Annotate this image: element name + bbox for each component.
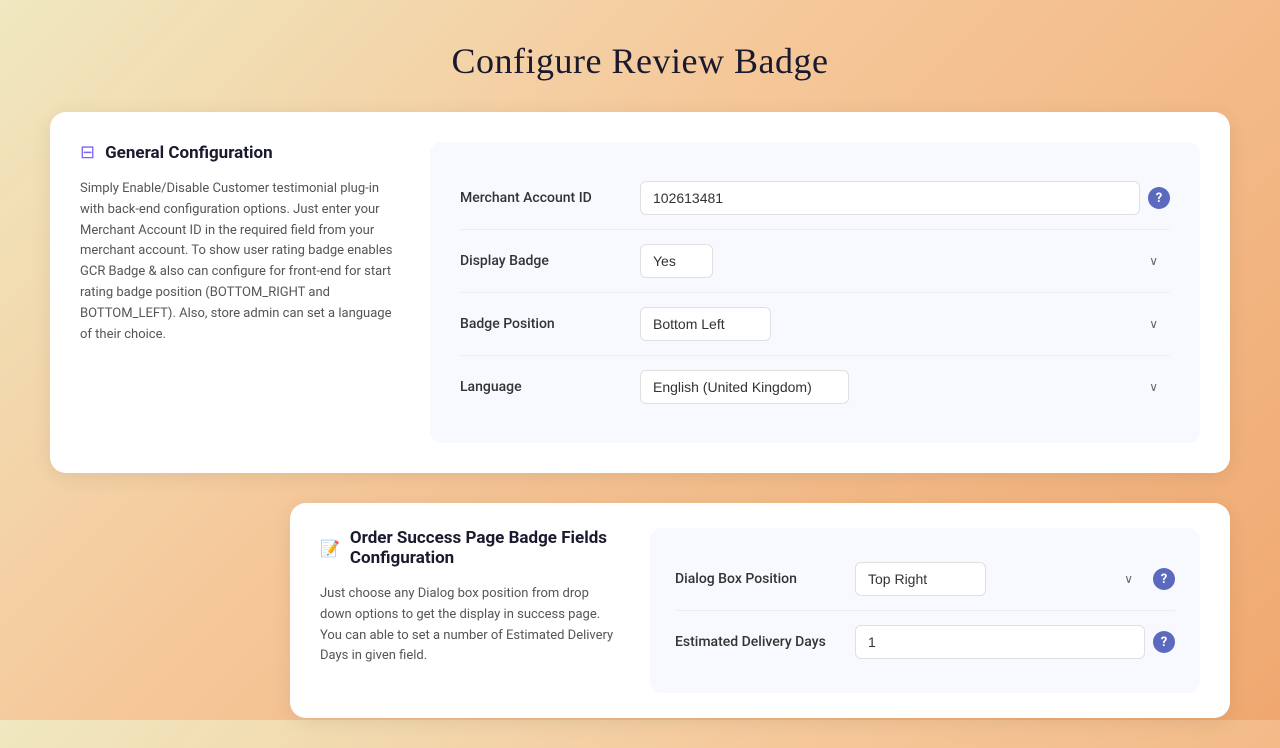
dialog-position-label: Dialog Box Position — [675, 571, 855, 587]
display-badge-select-wrapper: Yes No — [640, 244, 1170, 278]
badge-position-label: Badge Position — [460, 316, 640, 332]
merchant-account-label: Merchant Account ID — [460, 190, 640, 206]
dialog-position-control: Top Right Top Left Bottom Right Bottom L… — [855, 562, 1175, 596]
delivery-days-control: ? — [855, 625, 1175, 659]
language-label: Language — [460, 379, 640, 395]
badge-position-control: Bottom Left Bottom Right Top Left Top Ri… — [640, 307, 1170, 341]
order-config-form: Dialog Box Position Top Right Top Left B… — [650, 528, 1200, 693]
dialog-position-select-wrapper: Top Right Top Left Bottom Right Bottom L… — [855, 562, 1145, 596]
display-badge-control: Yes No — [640, 244, 1170, 278]
general-config-icon: ⊟ — [80, 142, 95, 163]
order-config-desc: Just choose any Dialog box position from… — [320, 584, 620, 667]
merchant-account-control: ? — [640, 181, 1170, 215]
merchant-account-row: Merchant Account ID ? — [460, 167, 1170, 230]
order-config-icon: 📝 — [320, 539, 340, 558]
language-row: Language English (United Kingdom) Englis… — [460, 356, 1170, 418]
badge-position-row: Badge Position Bottom Left Bottom Right … — [460, 293, 1170, 356]
order-config-card: 📝 Order Success Page Badge Fields Config… — [290, 503, 1230, 718]
delivery-days-label: Estimated Delivery Days — [675, 634, 855, 650]
merchant-account-input[interactable] — [640, 181, 1140, 215]
language-control: English (United Kingdom) English (United… — [640, 370, 1170, 404]
page-title: Configure Review Badge — [0, 0, 1280, 82]
merchant-account-help-icon[interactable]: ? — [1148, 187, 1170, 209]
dialog-position-select[interactable]: Top Right Top Left Bottom Right Bottom L… — [855, 562, 986, 596]
order-config-title: Order Success Page Badge Fields Configur… — [350, 528, 620, 568]
language-select[interactable]: English (United Kingdom) English (United… — [640, 370, 849, 404]
order-config-header: 📝 Order Success Page Badge Fields Config… — [320, 528, 620, 568]
general-config-card: ⊟ General Configuration Simply Enable/Di… — [50, 112, 1230, 473]
display-badge-select[interactable]: Yes No — [640, 244, 713, 278]
general-config-form: Merchant Account ID ? Display Badge Yes … — [430, 142, 1200, 443]
badge-position-select-wrapper: Bottom Left Bottom Right Top Left Top Ri… — [640, 307, 1170, 341]
display-badge-label: Display Badge — [460, 253, 640, 269]
cards-container: ⊟ General Configuration Simply Enable/Di… — [0, 82, 1280, 748]
general-config-left: ⊟ General Configuration Simply Enable/Di… — [80, 142, 400, 443]
badge-position-select[interactable]: Bottom Left Bottom Right Top Left Top Ri… — [640, 307, 771, 341]
order-config-left: 📝 Order Success Page Badge Fields Config… — [320, 528, 620, 693]
language-select-wrapper: English (United Kingdom) English (United… — [640, 370, 1170, 404]
general-config-desc: Simply Enable/Disable Customer testimoni… — [80, 179, 400, 345]
delivery-days-input[interactable] — [855, 625, 1145, 659]
dialog-position-help-icon[interactable]: ? — [1153, 568, 1175, 590]
dialog-position-row: Dialog Box Position Top Right Top Left B… — [675, 548, 1175, 611]
general-config-header: ⊟ General Configuration — [80, 142, 400, 163]
general-config-title: General Configuration — [105, 143, 273, 163]
delivery-days-help-icon[interactable]: ? — [1153, 631, 1175, 653]
display-badge-row: Display Badge Yes No — [460, 230, 1170, 293]
delivery-days-row: Estimated Delivery Days ? — [675, 611, 1175, 673]
